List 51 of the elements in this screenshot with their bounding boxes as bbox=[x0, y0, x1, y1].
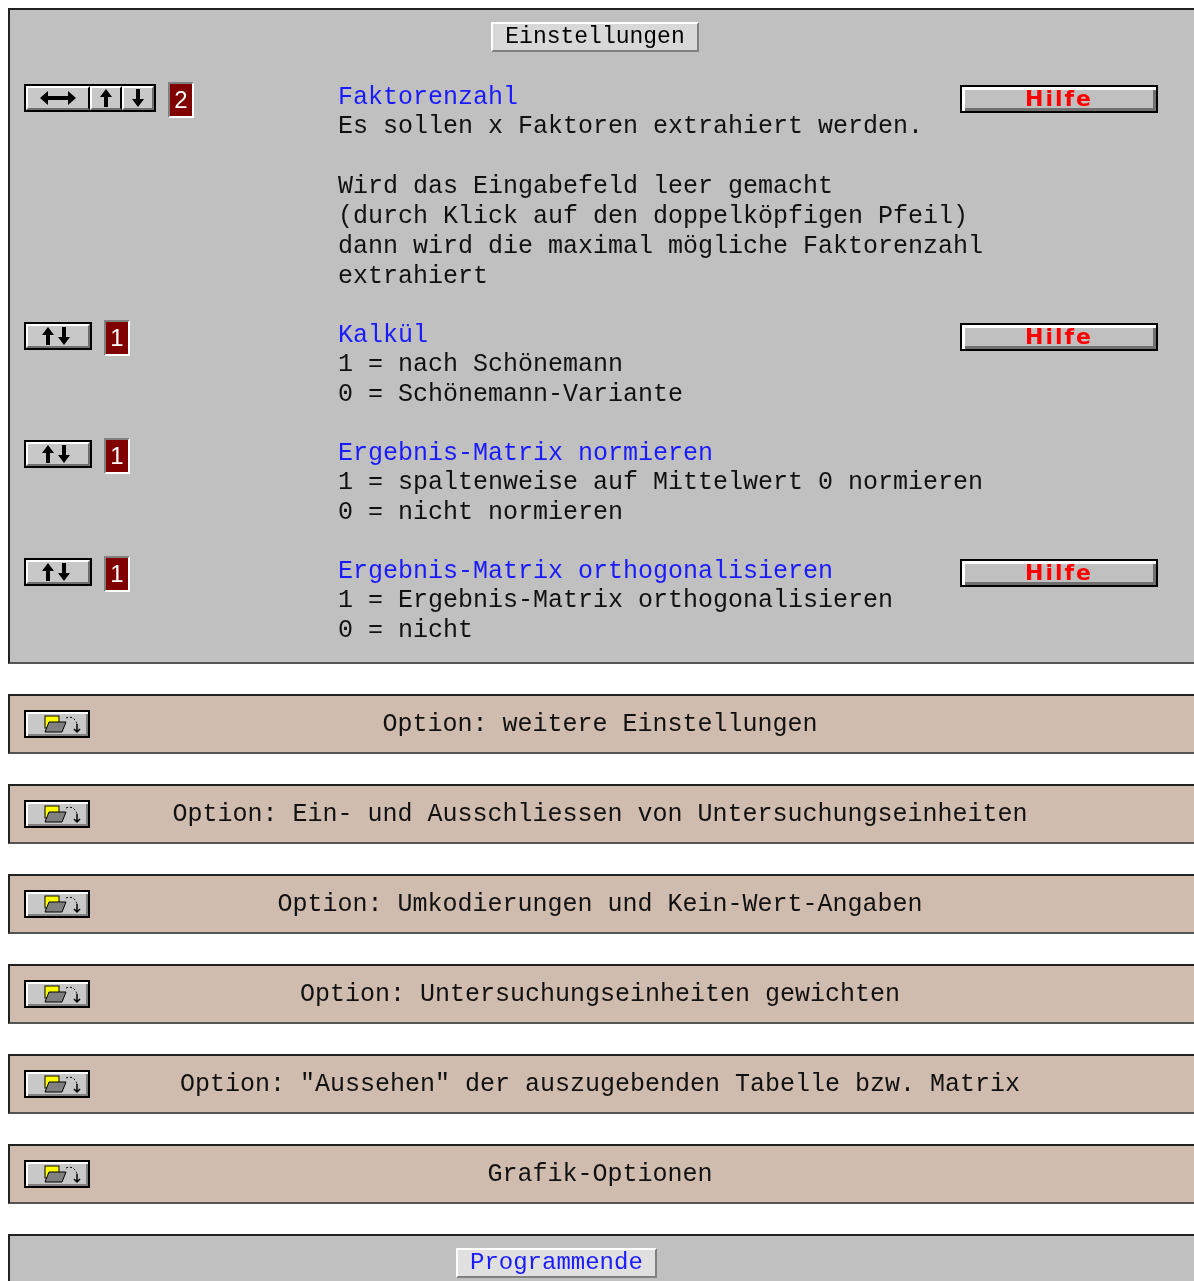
left-right-arrow-icon bbox=[40, 90, 76, 106]
down-arrow-button[interactable] bbox=[122, 86, 154, 110]
up-arrow-icon bbox=[100, 89, 112, 107]
open-folder-button[interactable] bbox=[24, 890, 90, 918]
left-right-arrow-button[interactable] bbox=[26, 86, 90, 110]
option-label: Option: Ein- und Ausschliessen von Untersuchungseinheiten bbox=[171, 799, 1029, 829]
description-line: extrahiert bbox=[338, 262, 490, 292]
option-label: Option: "Aussehen" der auszugebenden Tabelle bzw. Matrix bbox=[178, 1069, 1022, 1099]
description-line: 1 = Ergebnis-Matrix orthogonalisieren bbox=[338, 586, 895, 616]
description-line: 0 = nicht bbox=[338, 616, 475, 646]
open-folder-button[interactable] bbox=[24, 1160, 90, 1188]
option-bar[interactable]: Option: Ein- und Ausschliessen von Untersuchungseinheiten bbox=[8, 784, 1194, 844]
folder-arrow-icon bbox=[44, 714, 84, 734]
description-line: 0 = Schönemann-Variante bbox=[338, 380, 685, 410]
option-label: Option: weitere Einstellungen bbox=[381, 709, 819, 739]
up-arrow-button[interactable] bbox=[90, 86, 122, 110]
folder-arrow-icon bbox=[44, 894, 84, 914]
option-bar[interactable]: Grafik-Optionen bbox=[8, 1144, 1194, 1204]
option-bar[interactable]: Option: Untersuchungseinheiten gewichten bbox=[8, 964, 1194, 1024]
description-line: Wird das Eingabefeld leer gemacht bbox=[338, 172, 835, 202]
value-field[interactable]: 2 bbox=[168, 82, 194, 118]
value-field[interactable]: 1 bbox=[104, 320, 130, 356]
option-bar[interactable]: Option: weitere Einstellungen bbox=[8, 694, 1194, 754]
end-program-button[interactable]: Programmende bbox=[456, 1248, 657, 1278]
down-arrow-icon bbox=[132, 89, 144, 107]
description-line: Es sollen x Faktoren extrahiert werden. bbox=[338, 112, 925, 142]
description-line: dann wird die maximal mögliche Faktorenzahl bbox=[338, 232, 985, 262]
settings-title-button[interactable]: Einstellungen bbox=[491, 22, 699, 52]
option-bar[interactable]: Option: "Aussehen" der auszugebenden Tabelle bzw. Matrix bbox=[8, 1054, 1194, 1114]
option-bar[interactable]: Option: Umkodierungen und Kein-Wert-Angaben bbox=[8, 874, 1194, 934]
folder-arrow-icon bbox=[44, 804, 84, 824]
open-folder-button[interactable] bbox=[24, 800, 90, 828]
description-line: 0 = nicht normieren bbox=[338, 498, 625, 528]
description-line: 1 = nach Schönemann bbox=[338, 350, 625, 380]
value-field[interactable]: 1 bbox=[104, 556, 130, 592]
option-label: Option: Untersuchungseinheiten gewichten bbox=[298, 979, 902, 1009]
description-line: (durch Klick auf den doppelköpfigen Pfeil) bbox=[338, 202, 970, 232]
setting-title: Kalkül bbox=[338, 320, 428, 350]
folder-arrow-icon bbox=[44, 984, 84, 1004]
option-label: Grafik-Optionen bbox=[486, 1159, 714, 1189]
setting-title: Ergebnis-Matrix normieren bbox=[338, 438, 714, 468]
setting-title: Faktorenzahl bbox=[338, 82, 519, 112]
setting-title: Ergebnis-Matrix orthogonalisieren bbox=[338, 556, 834, 586]
description-line: 1 = spaltenweise auf Mittelwert 0 normieren bbox=[338, 468, 985, 498]
open-folder-button[interactable] bbox=[24, 710, 90, 738]
value-field[interactable]: 1 bbox=[104, 438, 130, 474]
open-folder-button[interactable] bbox=[24, 1070, 90, 1098]
folder-arrow-icon bbox=[44, 1164, 84, 1184]
option-label: Option: Umkodierungen und Kein-Wert-Angaben bbox=[276, 889, 924, 919]
open-folder-button[interactable] bbox=[24, 980, 90, 1008]
folder-arrow-icon bbox=[44, 1074, 84, 1094]
